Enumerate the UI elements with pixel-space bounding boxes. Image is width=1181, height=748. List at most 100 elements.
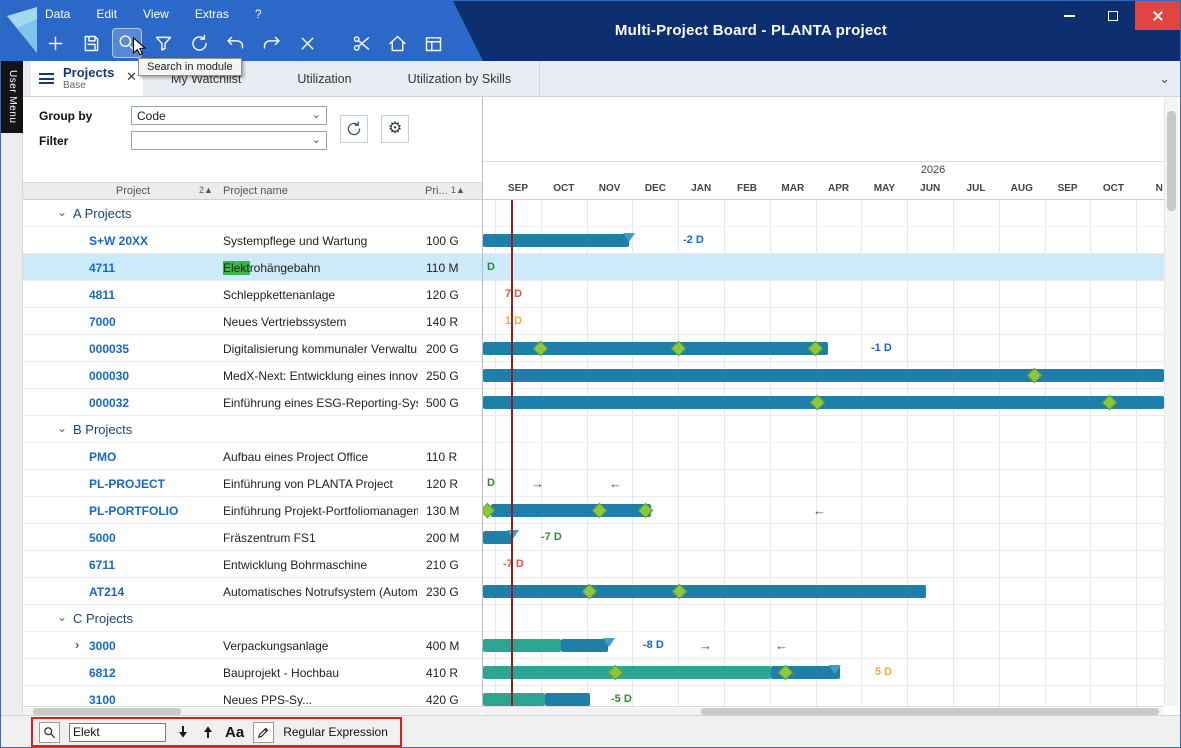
find-button[interactable] bbox=[39, 722, 60, 743]
gantt-bar[interactable] bbox=[491, 504, 651, 517]
table-gantt-divider[interactable] bbox=[482, 97, 483, 706]
table-hscrollbar-thumb[interactable] bbox=[33, 708, 181, 715]
project-row[interactable]: 6812Bauprojekt - Hochbau410 R5 D bbox=[23, 659, 1164, 686]
project-id[interactable]: 4811 bbox=[89, 288, 115, 302]
expand-icon[interactable]: › bbox=[75, 637, 79, 652]
project-id[interactable]: 7000 bbox=[89, 315, 116, 329]
project-row[interactable]: AT214Automatisches Notrufsystem (Autom..… bbox=[23, 578, 1164, 605]
project-row[interactable]: 4711Elektrohängebahn110 MD bbox=[23, 254, 1164, 281]
next-match-button[interactable] bbox=[175, 724, 191, 740]
menu-edit[interactable]: Edit bbox=[96, 7, 117, 21]
project-id[interactable]: PMO bbox=[89, 450, 116, 464]
tab-utilization-by-skills[interactable]: Utilization by Skills bbox=[380, 61, 540, 96]
collapse-icon[interactable]: ⌄ bbox=[57, 205, 67, 219]
project-row[interactable]: ›3000Verpackungsanlage400 M→←-8 D bbox=[23, 632, 1164, 659]
group-row[interactable]: ⌄A Projects bbox=[23, 200, 1164, 227]
filter-select[interactable]: ⌄ bbox=[131, 131, 327, 150]
project-row[interactable]: 000032Einführung eines ESG-Reporting-Sys… bbox=[23, 389, 1164, 416]
project-row[interactable]: 5000Fräszentrum FS1200 M-7 D bbox=[23, 524, 1164, 551]
settings-button[interactable]: ⚙ bbox=[381, 115, 409, 143]
menu-data[interactable]: Data bbox=[45, 7, 70, 21]
gantt-bar[interactable] bbox=[483, 234, 629, 247]
menu-view[interactable]: View bbox=[143, 7, 169, 21]
group-row[interactable]: ⌄C Projects bbox=[23, 605, 1164, 632]
vscrollbar-thumb[interactable] bbox=[1167, 111, 1176, 211]
tab-utilization[interactable]: Utilization bbox=[269, 61, 379, 96]
sort-indicator-priority[interactable]: 1▲ bbox=[451, 185, 465, 195]
project-id[interactable]: 3000 bbox=[89, 639, 116, 653]
collapse-icon[interactable]: ⌄ bbox=[57, 610, 67, 624]
close-tab-icon[interactable]: ✕ bbox=[126, 70, 137, 83]
hamburger-menu-icon[interactable] bbox=[39, 73, 54, 84]
menu-help[interactable]: ? bbox=[255, 7, 262, 21]
search-input[interactable] bbox=[69, 723, 166, 742]
column-header-priority[interactable]: Pri... bbox=[425, 185, 448, 197]
gantt-bar[interactable] bbox=[483, 693, 545, 706]
sort-indicator-project[interactable]: 2▲ bbox=[199, 185, 213, 195]
save-icon[interactable] bbox=[77, 29, 105, 57]
gantt-bar[interactable] bbox=[483, 369, 1164, 382]
gantt-bar[interactable] bbox=[483, 639, 561, 652]
project-id[interactable]: AT214 bbox=[89, 585, 124, 599]
gantt-bar[interactable] bbox=[483, 585, 926, 598]
project-id[interactable]: 000030 bbox=[89, 369, 129, 383]
project-id[interactable]: 4711 bbox=[89, 261, 115, 275]
module-icon[interactable] bbox=[419, 29, 447, 57]
tab-projects[interactable]: Projects Base ✕ bbox=[31, 61, 143, 96]
project-row[interactable]: 3100Neues PPS-Sy...420 G-5 D bbox=[23, 686, 1164, 706]
group-row[interactable]: ⌄B Projects bbox=[23, 416, 1164, 443]
redo-icon[interactable] bbox=[257, 29, 285, 57]
gantt-bar[interactable] bbox=[483, 666, 771, 679]
maximize-icon bbox=[1108, 11, 1118, 21]
project-id[interactable]: 6711 bbox=[89, 558, 115, 572]
priority-cell: 120 R bbox=[426, 477, 458, 491]
menu-extras[interactable]: Extras bbox=[195, 7, 229, 21]
column-header-project[interactable]: Project bbox=[83, 185, 183, 197]
timeline-top-border bbox=[483, 161, 1164, 162]
minimize-icon bbox=[1064, 15, 1075, 17]
project-row[interactable]: 6711Entwicklung Bohrmaschine210 G-7 D bbox=[23, 551, 1164, 578]
home-icon[interactable] bbox=[383, 29, 411, 57]
project-row[interactable]: 000035Digitalisierung kommunaler Verwalt… bbox=[23, 335, 1164, 362]
collapse-icon[interactable]: ⌄ bbox=[57, 421, 67, 435]
gantt-hscrollbar-thumb[interactable] bbox=[701, 708, 1159, 715]
gantt-row bbox=[483, 389, 1164, 416]
project-id[interactable]: 000035 bbox=[89, 342, 129, 356]
project-row[interactable]: PL-PROJECTEinführung von PLANTA Project1… bbox=[23, 470, 1164, 497]
user-menu-tab[interactable]: User Menu bbox=[1, 61, 23, 133]
gantt-bar[interactable] bbox=[561, 639, 608, 652]
highlight-matches-button[interactable] bbox=[253, 722, 274, 743]
project-id[interactable]: PL-PROJECT bbox=[89, 477, 165, 491]
priority-cell: 130 M bbox=[426, 504, 459, 518]
project-id[interactable]: 5000 bbox=[89, 531, 116, 545]
group-by-select[interactable]: Code ⌄ bbox=[131, 106, 327, 125]
minimize-button[interactable] bbox=[1047, 1, 1091, 30]
cut-icon[interactable] bbox=[347, 29, 375, 57]
maximize-button[interactable] bbox=[1091, 1, 1135, 30]
regex-option-label[interactable]: Regular Expression bbox=[283, 725, 388, 739]
project-row[interactable]: PMOAufbau eines Project Office110 R bbox=[23, 443, 1164, 470]
undo-icon[interactable] bbox=[221, 29, 249, 57]
reload-grouping-button[interactable] bbox=[340, 115, 368, 143]
project-row[interactable]: 4811Schleppkettenanlage120 G7 D bbox=[23, 281, 1164, 308]
refresh-icon[interactable] bbox=[185, 29, 213, 57]
add-icon[interactable] bbox=[41, 29, 69, 57]
project-row[interactable]: 000030MedX-Next: Entwicklung eines innov… bbox=[23, 362, 1164, 389]
active-tab-subtitle: Base bbox=[63, 80, 114, 91]
project-row[interactable]: S+W 20XXSystempflege und Wartung100 G-2 … bbox=[23, 227, 1164, 254]
project-row[interactable]: 7000Neues Vertriebssystem140 R1 D bbox=[23, 308, 1164, 335]
filter-icon[interactable] bbox=[149, 29, 177, 57]
close-icon[interactable] bbox=[293, 29, 321, 57]
project-id[interactable]: S+W 20XX bbox=[89, 234, 148, 248]
project-id[interactable]: PL-PORTFOLIO bbox=[89, 504, 178, 518]
previous-match-button[interactable] bbox=[200, 724, 216, 740]
project-id[interactable]: 6812 bbox=[89, 666, 116, 680]
chevron-down-icon[interactable]: ⌄ bbox=[1159, 71, 1170, 87]
project-id[interactable]: 000032 bbox=[89, 396, 129, 410]
project-row[interactable]: PL-PORTFOLIOEinführung Projekt-Portfolio… bbox=[23, 497, 1164, 524]
close-window-button[interactable] bbox=[1135, 1, 1180, 30]
column-header-name[interactable]: Project name bbox=[223, 185, 288, 197]
project-id[interactable]: 3100 bbox=[89, 693, 116, 706]
match-case-button[interactable]: Aa bbox=[225, 724, 244, 741]
gantt-bar[interactable] bbox=[545, 693, 590, 706]
